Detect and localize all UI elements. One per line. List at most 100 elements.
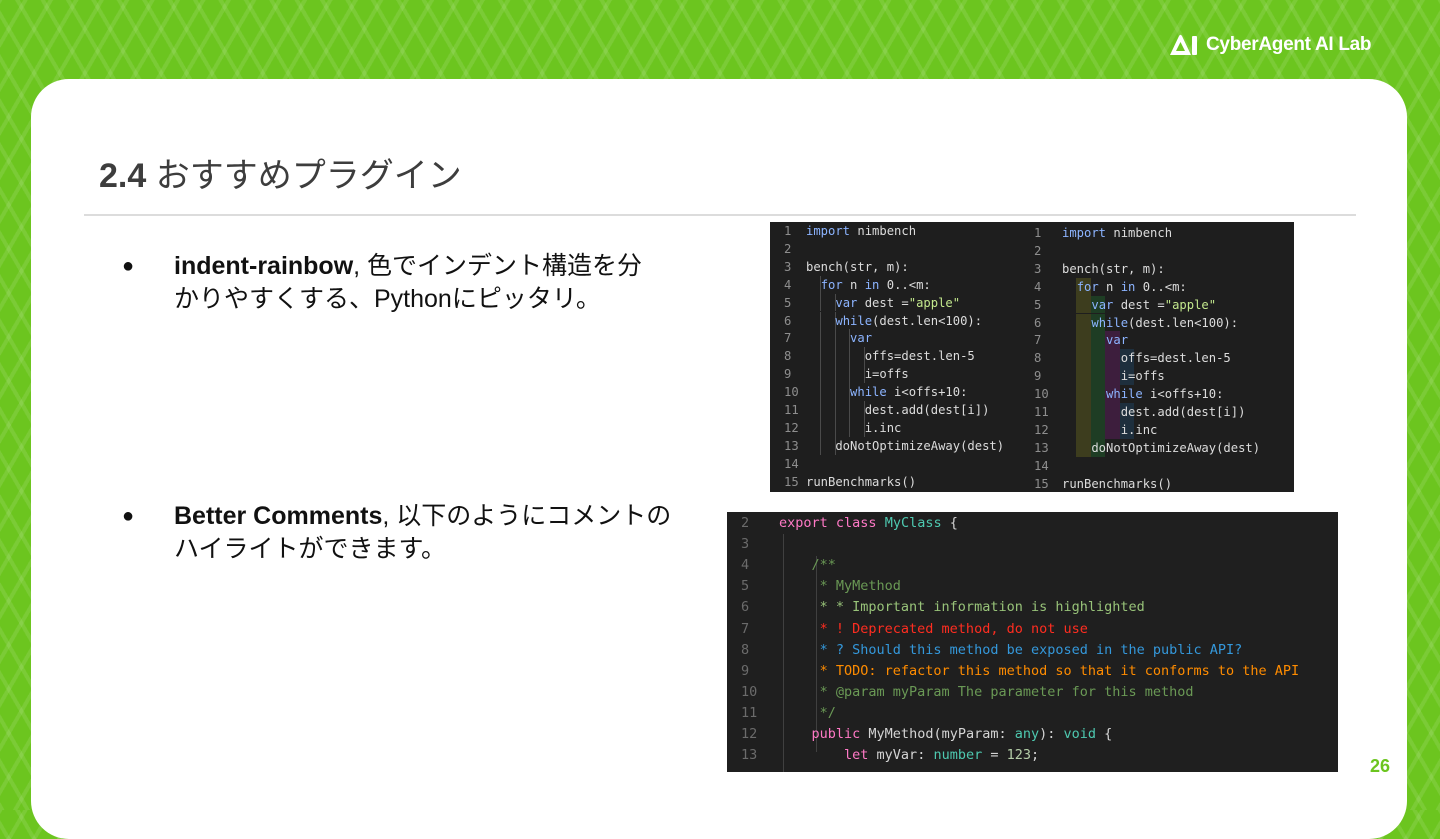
plugin-name: Better Comments (174, 502, 383, 530)
line-number: 4 (1034, 279, 1042, 294)
code-text: for n in 0..<m: (820, 277, 931, 292)
line-number: 2 (1034, 243, 1042, 258)
code-text: while(dest.len<100): (1091, 315, 1239, 330)
line-number: 6 (741, 599, 750, 616)
code-text: var (1106, 333, 1129, 348)
line-number: 2 (784, 241, 792, 256)
code-text: * ! Deprecated method, do not use (779, 620, 1088, 637)
code-text: /** (779, 557, 836, 574)
line-number: 1 (784, 224, 792, 238)
line-number: 15 (784, 474, 799, 489)
code-text: i=offs (1062, 369, 1165, 384)
code-text: * TODO: refactor this method so that it … (779, 662, 1300, 679)
code-text: bench(str, m): (1062, 261, 1165, 276)
line-number: 9 (1034, 369, 1042, 384)
line-number: 12 (1034, 422, 1049, 437)
code-line: 2 (1032, 242, 1062, 260)
code-line: 5 var dest ="apple" (770, 294, 960, 312)
code-text: var dest ="apple" (1091, 297, 1217, 312)
code-line: 13 let myVar: number = 123; (727, 745, 1039, 766)
code-line: 5 * MyMethod (727, 576, 901, 597)
code-line: 2 (770, 240, 806, 258)
code-line: 6 while(dest.len<100): (1032, 314, 1238, 332)
line-number: 6 (784, 313, 792, 328)
code-text: offs=dest.len-5 (1062, 351, 1231, 366)
code-line: 9 i=offs (1032, 367, 1165, 385)
line-number: 7 (1034, 333, 1042, 348)
bullet-text: Better Comments, 以下のようにコメントの ハイライトができます。 (174, 500, 694, 566)
code-line: 11 */ (727, 703, 836, 724)
line-number: 8 (741, 641, 750, 658)
line-number: 14 (784, 456, 799, 471)
bullet-marker: ● (122, 255, 135, 277)
plugin-name: indent-rainbow (174, 252, 354, 280)
code-text: while(dest.len<100): (835, 313, 983, 328)
code-line: 14 (770, 455, 806, 473)
line-number: 11 (741, 704, 758, 721)
code-text: * MyMethod (779, 578, 901, 595)
line-number: 10 (784, 385, 799, 400)
code-text: * @param myParam The parameter for this … (779, 683, 1194, 700)
line-number: 13 (741, 747, 758, 764)
code-line: 11 dest.add(dest[i]) (1032, 403, 1245, 421)
line-number: 6 (1034, 315, 1042, 330)
line-number: 13 (784, 438, 799, 453)
line-number: 7 (784, 331, 792, 346)
line-number: 4 (741, 557, 750, 574)
code-text: i=offs (806, 367, 909, 382)
line-number: 8 (1034, 351, 1042, 366)
company-logo: CyberAgent AI Lab (1168, 32, 1372, 58)
code-line: 9 * TODO: refactor this method so that i… (727, 661, 1299, 682)
ai-logo-icon (1170, 34, 1197, 55)
line-number: 5 (741, 578, 750, 595)
code-line: 8 offs=dest.len-5 (770, 347, 975, 365)
bullet-text: indent-rainbow, 色でインデント構造を分 かりやすくする、Pyth… (174, 250, 694, 316)
line-number: 9 (784, 367, 792, 382)
line-number: 5 (784, 295, 792, 310)
code-line: 3 bench(str, m): (1032, 260, 1165, 278)
code-text: bench(str, m): (806, 259, 909, 274)
code-text: doNotOptimizeAway(dest) (806, 438, 1005, 453)
line-number: 1 (1034, 226, 1042, 240)
slide-title: 2.4 おすすめプラグイン (99, 148, 462, 197)
code-line: 13 doNotOptimizeAway(dest) (770, 437, 1004, 455)
indent-rainbow-screenshot: 1 import nimbench 2 3 bench(str, m): 4 for n … (770, 222, 1294, 492)
code-text: runBenchmarks() (806, 474, 917, 489)
code-text: * * Important information is highlighted (779, 599, 1145, 616)
line-number: 7 (741, 620, 750, 637)
code-text: for n in 0..<m: (1076, 279, 1187, 294)
bullet-line1-rest: , 以下のようにコメントの (382, 502, 672, 530)
line-number: 10 (1034, 387, 1049, 402)
code-line: 13 doNotOptimizeAway(dest) (1032, 439, 1260, 457)
line-number: 2 (741, 515, 750, 531)
code-line: 8 * ? Should this method be exposed in t… (727, 640, 1242, 661)
code-line: 4 /** (727, 555, 836, 576)
code-line: 8 offs=dest.len-5 (1032, 349, 1231, 367)
page-number: 26 (1370, 756, 1391, 776)
code-text: runBenchmarks() (1062, 476, 1173, 491)
line-number: 13 (1034, 440, 1049, 455)
code-text: import nimbench (1062, 226, 1173, 240)
logo-text: CyberAgent AI Lab (1206, 34, 1372, 55)
code-line: 15 runBenchmarks() (1032, 475, 1172, 492)
title-text: おすすめプラグイン (155, 157, 462, 195)
bullet-marker: ● (122, 505, 135, 527)
code-line: 9 i=offs (770, 365, 909, 383)
code-text: */ (779, 704, 836, 721)
line-number: 12 (784, 420, 799, 435)
code-line: 3 (727, 534, 779, 555)
title-divider (84, 214, 1356, 216)
code-text: doNotOptimizeAway(dest) (1062, 440, 1261, 455)
code-text: i.inc (1062, 422, 1158, 437)
code-text: dest.add(dest[i]) (1062, 405, 1246, 419)
code-line: 12 i.inc (1032, 421, 1157, 439)
code-line: 1 import nimbench (770, 222, 916, 240)
code-text: * ? Should this method be exposed in the… (779, 641, 1243, 658)
line-number: 3 (741, 536, 750, 553)
code-text: var (850, 331, 873, 346)
code-line: 12 public MyMethod(myParam: any): void { (727, 724, 1112, 745)
code-text: var dest ="apple" (835, 295, 961, 310)
line-number: 5 (1034, 297, 1042, 312)
code-line: 1 import nimbench (1032, 224, 1172, 242)
code-line: 6 * * Important information is highlight… (727, 597, 1145, 618)
